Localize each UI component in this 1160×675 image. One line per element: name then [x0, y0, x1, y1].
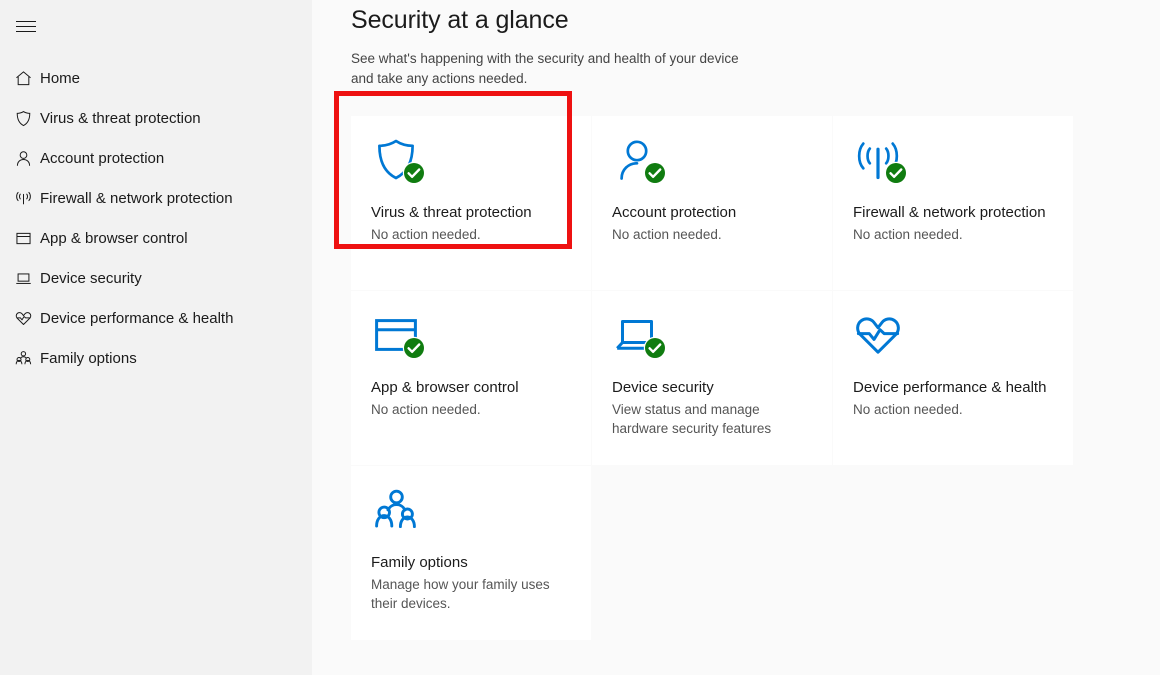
tile-account-protection[interactable]: Account protection No action needed. — [592, 116, 832, 290]
tile-icon-wrapper — [612, 310, 672, 366]
sidebar-item-device-security[interactable]: Device security — [0, 258, 312, 298]
tile-firewall-network-protection[interactable]: Firewall & network protection No action … — [833, 116, 1073, 290]
navigation-sidebar: Home Virus & threat protection Account p… — [0, 0, 312, 675]
green-check-badge — [643, 161, 667, 185]
tile-icon-wrapper — [371, 310, 431, 366]
green-check-badge — [402, 336, 426, 360]
tile-device-security[interactable]: Device security View status and manage h… — [592, 291, 832, 465]
page-title: Security at a glance — [351, 6, 569, 34]
tile-icon-wrapper — [371, 485, 431, 541]
tile-status: No action needed. — [853, 227, 963, 242]
tile-status: Manage how your family uses their device… — [371, 577, 550, 611]
sidebar-item-label: App & browser control — [40, 229, 188, 247]
hamburger-menu-icon[interactable] — [2, 6, 50, 46]
hamburger-bar — [16, 20, 36, 22]
tile-title: App & browser control — [371, 379, 519, 396]
tile-title: Firewall & network protection — [853, 204, 1046, 221]
sidebar-item-label: Account protection — [40, 149, 165, 167]
tile-title: Device security — [612, 379, 714, 396]
green-check-badge — [884, 161, 908, 185]
tile-status: No action needed. — [371, 402, 481, 417]
tile-icon-wrapper — [853, 135, 913, 191]
main-content-area: Security at a glance See what's happenin… — [312, 0, 1160, 675]
sidebar-item-label: Device performance & health — [40, 309, 234, 327]
tile-family-options[interactable]: Family options Manage how your family us… — [351, 466, 591, 640]
tile-title: Family options — [371, 554, 468, 571]
sidebar-item-app-browser-control[interactable]: App & browser control — [0, 218, 312, 258]
laptop-icon — [6, 269, 40, 288]
sidebar-item-label: Family options — [40, 349, 137, 367]
tile-status: No action needed. — [612, 227, 722, 242]
person-icon — [6, 149, 40, 168]
windows-security-window: Home Virus & threat protection Account p… — [0, 0, 1160, 675]
tile-virus-threat-protection[interactable]: Virus & threat protection No action need… — [334, 91, 591, 290]
page-header: Security at a glance See what's happenin… — [312, 0, 1160, 89]
shield-icon — [6, 109, 40, 128]
sidebar-item-firewall-network-protection[interactable]: Firewall & network protection — [0, 178, 312, 218]
sidebar-item-virus-threat-protection[interactable]: Virus & threat protection — [0, 98, 312, 138]
sidebar-item-label: Virus & threat protection — [40, 109, 201, 127]
sidebar-item-home[interactable]: Home — [0, 58, 312, 98]
sidebar-nav-list: Home Virus & threat protection Account p… — [0, 58, 312, 378]
tile-title: Device performance & health — [853, 379, 1047, 396]
sidebar-item-label: Device security — [40, 269, 142, 287]
heart-pulse-icon — [853, 310, 903, 365]
hamburger-bar — [16, 30, 36, 32]
wifi-firewall-icon — [6, 189, 40, 208]
page-subtitle: See what's happening with the security a… — [351, 51, 739, 86]
sidebar-item-device-performance-health[interactable]: Device performance & health — [0, 298, 312, 338]
tile-status: View status and manage hardware security… — [612, 402, 772, 436]
sidebar-item-label: Home — [40, 69, 81, 87]
hamburger-bar — [16, 25, 36, 27]
tile-title: Virus & threat protection — [371, 204, 532, 221]
home-icon — [6, 69, 40, 88]
green-check-badge — [643, 336, 667, 360]
tile-device-performance-health[interactable]: Device performance & health No action ne… — [833, 291, 1073, 465]
green-check-badge — [402, 161, 426, 185]
sidebar-item-account-protection[interactable]: Account protection — [0, 138, 312, 178]
tile-icon-wrapper — [371, 135, 431, 191]
family-group-icon — [6, 349, 40, 368]
tile-title: Account protection — [612, 204, 737, 221]
sidebar-item-label: Firewall & network protection — [40, 189, 233, 207]
tile-status: No action needed. — [371, 227, 481, 242]
tile-app-browser-control[interactable]: App & browser control No action needed. — [351, 291, 591, 465]
heart-pulse-icon — [6, 309, 40, 328]
tile-status: No action needed. — [853, 402, 963, 417]
tile-icon-wrapper — [853, 310, 913, 366]
family-group-icon — [371, 485, 421, 540]
browser-window-icon — [6, 229, 40, 248]
tile-icon-wrapper — [612, 135, 672, 191]
security-tiles-grid: Virus & threat protection No action need… — [334, 91, 1073, 640]
sidebar-item-family-options[interactable]: Family options — [0, 338, 312, 378]
